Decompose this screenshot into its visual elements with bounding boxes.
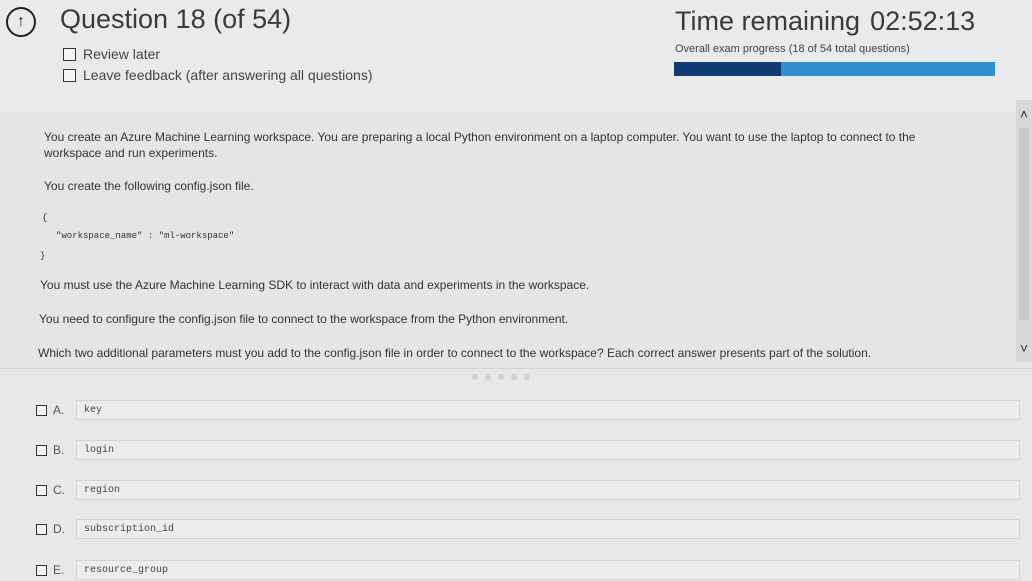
question-paragraph-4: You need to configure the config.json fi… [39, 312, 569, 326]
time-remaining-value: 02:52:13 [870, 6, 976, 36]
exam-progress-bar [674, 62, 995, 76]
answer-option-e[interactable]: E. resource_group [36, 559, 1020, 581]
answer-option-a[interactable]: A. key [36, 399, 1020, 421]
exam-header: ↑ Question 18 (of 54) Review later Leave… [0, 0, 1032, 112]
review-later-checkbox[interactable] [63, 47, 76, 61]
leave-feedback-checkbox[interactable] [63, 68, 76, 82]
time-remaining-label: Time remaining [675, 6, 861, 36]
answer-letter: A. [53, 403, 65, 417]
code-line: "workspace_name" : "ml-workspace" [56, 231, 235, 241]
question-paragraph-3: You must use the Azure Machine Learning … [40, 278, 590, 292]
answer-option-d[interactable]: D. subscription_id [36, 518, 1020, 540]
review-later-option[interactable]: Review later [63, 46, 160, 62]
question-title: Question 18 (of 54) [60, 4, 292, 34]
answer-checkbox[interactable] [36, 523, 47, 535]
leave-feedback-label: Leave feedback (after answering all ques… [83, 67, 373, 83]
answer-option-b[interactable]: B. login [36, 439, 1020, 461]
question-content: You create an Azure Machine Learning wor… [0, 112, 1016, 368]
answer-letter: B. [53, 443, 65, 457]
answer-letter: D. [53, 522, 65, 536]
code-close-brace: } [40, 251, 46, 261]
leave-feedback-option[interactable]: Leave feedback (after answering all ques… [63, 67, 373, 83]
answer-option-c[interactable]: C. region [36, 479, 1020, 501]
progress-label: Overall exam progress (18 of 54 total qu… [675, 43, 910, 55]
answer-text[interactable]: login [76, 440, 1020, 460]
question-paragraph-2: You create the following config.json fil… [44, 179, 254, 193]
question-paragraph-5: Which two additional parameters must you… [38, 346, 872, 360]
back-arrow-icon[interactable]: ↑ [6, 7, 36, 37]
answer-text[interactable]: subscription_id [76, 519, 1020, 539]
code-open-brace: { [42, 213, 48, 223]
section-divider [0, 368, 1032, 369]
answer-text[interactable]: resource_group [76, 560, 1020, 580]
answer-checkbox[interactable] [36, 484, 47, 496]
answer-list: A. key B. login C. region D. subscriptio… [0, 380, 1032, 581]
answer-checkbox[interactable] [36, 404, 47, 416]
time-remaining: Time remaining 02:52:13 [675, 6, 975, 37]
answer-text[interactable]: key [76, 400, 1020, 420]
answer-checkbox[interactable] [36, 564, 47, 576]
scrollbar-thumb[interactable] [1019, 128, 1029, 320]
answer-letter: C. [53, 483, 65, 497]
chevron-up-icon[interactable]: ˄ [1016, 106, 1032, 122]
answer-letter: E. [53, 563, 65, 577]
review-later-label: Review later [83, 46, 161, 62]
exam-progress-fill [674, 62, 781, 76]
answer-checkbox[interactable] [36, 444, 47, 456]
chevron-down-icon[interactable]: ˅ [1016, 340, 1032, 356]
question-paragraph-1: You create an Azure Machine Learning wor… [44, 130, 916, 160]
answer-text[interactable]: region [76, 480, 1020, 500]
